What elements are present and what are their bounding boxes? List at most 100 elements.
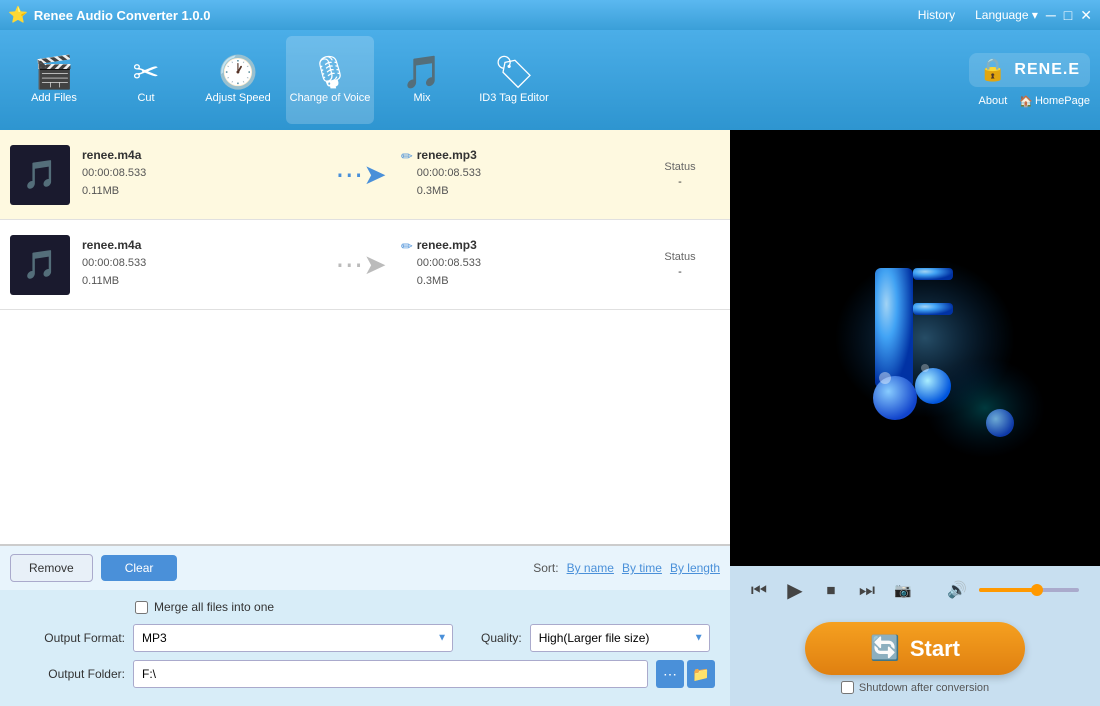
merge-label: Merge all files into one	[154, 600, 274, 614]
merge-checkbox[interactable]	[135, 601, 148, 614]
homepage-label: HomePage	[1035, 95, 1090, 107]
app-title: Renee Audio Converter 1.0.0	[34, 8, 918, 23]
status-label-2: Status	[640, 251, 720, 263]
sort-by-time[interactable]: By time	[622, 561, 662, 575]
merge-row: Merge all files into one	[135, 600, 715, 614]
shutdown-label: Shutdown after conversion	[859, 682, 989, 694]
header-right: 🔒 RENE.E About 🏠 HomePage	[969, 53, 1090, 108]
arrow-1: ⋯➤	[321, 158, 401, 191]
logo-area: 🔒 RENE.E	[969, 53, 1090, 87]
file-thumb-1: 🎵	[10, 145, 70, 205]
output-folder-row: Output Folder: F:\ ⋯ 📁	[15, 660, 715, 688]
settings-area: Merge all files into one Output Format: …	[0, 590, 730, 706]
change-voice-label: Change of Voice	[290, 92, 371, 104]
remove-button[interactable]: Remove	[10, 554, 93, 582]
skip-back-btn[interactable]: ⏮	[745, 576, 773, 604]
table-row[interactable]: 🎵 renee.m4a 00:00:08.533 0.11MB ⋯➤ ✏ ren…	[0, 220, 730, 310]
start-button[interactable]: 🔄 Start	[805, 622, 1025, 675]
window-controls: Language ▾ ─ □ ✕	[975, 7, 1092, 24]
adjust-speed-icon: 🕐	[218, 56, 258, 88]
status-area-1: Status -	[640, 161, 720, 188]
lang-btn[interactable]: Language ▾	[975, 8, 1038, 22]
titlebar: ⭐ Renee Audio Converter 1.0.0 History La…	[0, 0, 1100, 30]
folder-buttons: ⋯ 📁	[656, 660, 715, 688]
convert-arrow-2: ⋯➤	[335, 248, 386, 281]
file-info-2: renee.m4a 00:00:08.533 0.11MB	[82, 238, 321, 290]
toolbar-id3[interactable]: 🏷 ID3 Tag Editor	[470, 36, 558, 124]
add-files-icon: 🎬	[34, 56, 74, 88]
output-info-2: ✏ renee.mp3 00:00:08.533 0.3MB	[401, 238, 640, 290]
history-label[interactable]: History	[918, 8, 955, 22]
about-home-row: About 🏠 HomePage	[979, 95, 1091, 108]
logo-text: RENE.E	[1014, 61, 1080, 79]
status-value-2: -	[640, 266, 720, 278]
sort-area: Sort: By name By time By length	[533, 561, 720, 575]
sort-label: Sort:	[533, 561, 558, 575]
maximize-btn[interactable]: □	[1064, 7, 1072, 23]
cut-icon: ✂	[133, 56, 160, 88]
toolbar-change-of-voice[interactable]: 🎙 Change of Voice	[286, 36, 374, 124]
adjust-speed-label: Adjust Speed	[205, 92, 270, 104]
output-info-1: ✏ renee.mp3 00:00:08.533 0.3MB	[401, 148, 640, 200]
id3-icon: 🏷	[494, 56, 535, 88]
output-filename-1: renee.mp3	[417, 148, 481, 162]
convert-arrow-1: ⋯➤	[335, 158, 386, 191]
right-panel: ⏮ ▶ ⏹ ⏭ 📷 🔊 🔄 Start Shutdown after conve…	[730, 130, 1100, 706]
output-format-label: Output Format:	[15, 631, 125, 645]
volume-fill	[979, 588, 1034, 592]
sort-by-name[interactable]: By name	[567, 561, 614, 575]
sort-by-length[interactable]: By length	[670, 561, 720, 575]
toolbar-cut[interactable]: ✂ Cut	[102, 36, 190, 124]
stop-btn[interactable]: ⏹	[817, 576, 845, 604]
music-thumb-icon-2: 🎵	[23, 248, 58, 281]
id3-label: ID3 Tag Editor	[479, 92, 549, 104]
shutdown-row: Shutdown after conversion	[841, 681, 989, 694]
play-btn[interactable]: ▶	[781, 576, 809, 604]
toolbar-add-files[interactable]: 🎬 Add Files	[10, 36, 98, 124]
clear-button[interactable]: Clear	[101, 555, 178, 581]
output-format-select[interactable]: MP3 WAV AAC	[133, 624, 453, 652]
shutdown-checkbox[interactable]	[841, 681, 854, 694]
folder-browse-btn[interactable]: ⋯	[656, 660, 684, 688]
cut-label: Cut	[137, 92, 154, 104]
output-folder-input[interactable]: F:\	[133, 660, 648, 688]
about-link[interactable]: About	[979, 95, 1008, 108]
file-list: 🎵 renee.m4a 00:00:08.533 0.11MB ⋯➤ ✏ ren…	[0, 130, 730, 545]
output-folder-label: Output Folder:	[15, 667, 125, 681]
player-controls: ⏮ ▶ ⏹ ⏭ 📷 🔊	[730, 566, 1100, 614]
folder-open-btn[interactable]: 📁	[687, 660, 715, 688]
toolbar-adjust-speed[interactable]: 🕐 Adjust Speed	[194, 36, 282, 124]
output-size-1: 0.3MB	[417, 183, 481, 201]
volume-icon: 🔊	[943, 576, 971, 604]
toolbar-mix[interactable]: 🎵 Mix	[378, 36, 466, 124]
close-btn[interactable]: ✕	[1080, 7, 1092, 24]
quality-label: Quality:	[481, 631, 522, 645]
skip-forward-btn[interactable]: ⏭	[853, 576, 881, 604]
minimize-btn[interactable]: ─	[1046, 7, 1056, 23]
volume-slider[interactable]	[979, 588, 1079, 592]
quality-select[interactable]: High(Larger file size) Medium Low	[530, 624, 710, 652]
music-visual	[765, 208, 1065, 488]
add-files-label: Add Files	[31, 92, 77, 104]
table-row[interactable]: 🎵 renee.m4a 00:00:08.533 0.11MB ⋯➤ ✏ ren…	[0, 130, 730, 220]
output-duration-2: 00:00:08.533	[417, 255, 481, 273]
file-info-1: renee.m4a 00:00:08.533 0.11MB	[82, 148, 321, 200]
change-voice-icon: 🎙	[310, 56, 351, 88]
left-panel: 🎵 renee.m4a 00:00:08.533 0.11MB ⋯➤ ✏ ren…	[0, 130, 730, 706]
toolbar: 🎬 Add Files ✂ Cut 🕐 Adjust Speed 🎙 Chang…	[0, 30, 1100, 130]
app-icon: ⭐	[8, 5, 28, 25]
mix-icon: 🎵	[402, 56, 442, 88]
input-filename-2: renee.m4a	[82, 238, 321, 252]
output-format-wrapper: MP3 WAV AAC ▼	[133, 624, 453, 652]
edit-icon-1: ✏	[401, 148, 413, 165]
logo-icon: 🔒	[979, 57, 1006, 83]
homepage-link[interactable]: 🏠 HomePage	[1019, 95, 1090, 108]
volume-thumb	[1031, 584, 1043, 596]
screenshot-btn[interactable]: 📷	[889, 576, 917, 604]
output-duration-1: 00:00:08.533	[417, 165, 481, 183]
preview-area	[730, 130, 1100, 566]
input-size-2: 0.11MB	[82, 273, 321, 291]
input-duration-1: 00:00:08.533	[82, 165, 321, 183]
status-value-1: -	[640, 176, 720, 188]
input-size-1: 0.11MB	[82, 183, 321, 201]
